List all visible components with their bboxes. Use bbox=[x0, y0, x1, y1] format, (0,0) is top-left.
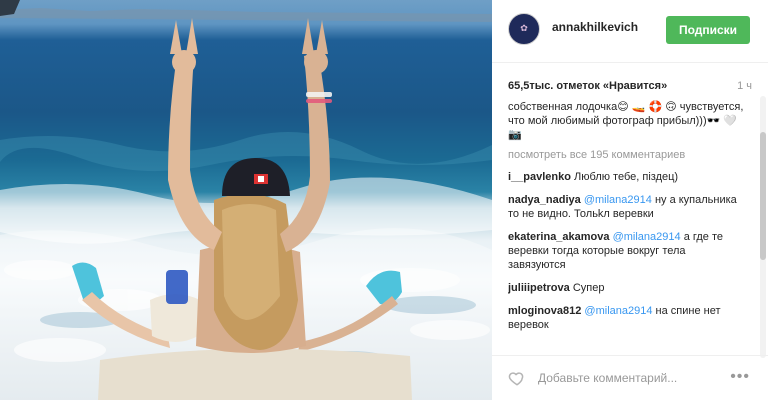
comment-author[interactable]: i__pavlenko bbox=[508, 171, 571, 183]
comment-text: Люблю тебе, піздец) bbox=[574, 171, 679, 183]
likes-count[interactable]: 65,5тыс. отметок «Нравится» bbox=[508, 80, 667, 92]
comment-footer: ••• bbox=[492, 355, 768, 401]
more-dots-icon[interactable]: ••• bbox=[730, 368, 750, 386]
heart-outline-icon[interactable] bbox=[508, 369, 526, 387]
avatar[interactable]: ✿ bbox=[508, 13, 540, 45]
comment-mention[interactable]: @milana2914 bbox=[584, 305, 652, 317]
comment-author[interactable]: ekaterina_akamova bbox=[508, 231, 610, 243]
comments-list: собственная лодочка😊 🚤 🛟 🙃 чувствуется, … bbox=[508, 100, 744, 356]
beach-photo-illustration bbox=[0, 0, 492, 400]
post-time[interactable]: 1 ч bbox=[737, 80, 752, 92]
comment-item: juliiipetrova Супер bbox=[508, 281, 744, 295]
avatar-glyph-icon: ✿ bbox=[520, 23, 528, 33]
view-all-comments-link[interactable]: посмотреть все 195 комментариев bbox=[508, 148, 744, 162]
post-side-panel: ✿ annakhilkevich Подписки 65,5тыс. отмет… bbox=[492, 0, 768, 400]
comments-scrollbar[interactable] bbox=[760, 96, 766, 358]
comment-author[interactable]: nadya_nadiya bbox=[508, 194, 581, 206]
comment-item: i__pavlenko Люблю тебе, піздец) bbox=[508, 170, 744, 184]
comment-item: ekaterina_akamova @milana2914 а где те в… bbox=[508, 230, 744, 272]
comment-mention[interactable]: @milana2914 bbox=[613, 231, 681, 243]
comment-author[interactable]: mloginova812 bbox=[508, 305, 581, 317]
comment-item: nadya_nadiya @milana2914 ну а купальника… bbox=[508, 193, 744, 221]
comment-mention[interactable]: @milana2914 bbox=[584, 194, 652, 206]
comment-item: mloginova812 @milana2914 на спине нет ве… bbox=[508, 304, 744, 332]
comment-text: Супер bbox=[572, 282, 605, 294]
username-link[interactable]: annakhilkevich bbox=[552, 20, 638, 34]
comments-scroll-thumb[interactable] bbox=[760, 132, 766, 260]
comment-author[interactable]: juliiipetrova bbox=[508, 282, 570, 294]
post-photo bbox=[0, 0, 492, 400]
post-caption: собственная лодочка😊 🚤 🛟 🙃 чувствуется, … bbox=[508, 101, 744, 141]
follow-button[interactable]: Подписки bbox=[666, 16, 750, 44]
post-header: ✿ annakhilkevich Подписки bbox=[492, 0, 768, 63]
comment-input[interactable] bbox=[538, 369, 718, 387]
